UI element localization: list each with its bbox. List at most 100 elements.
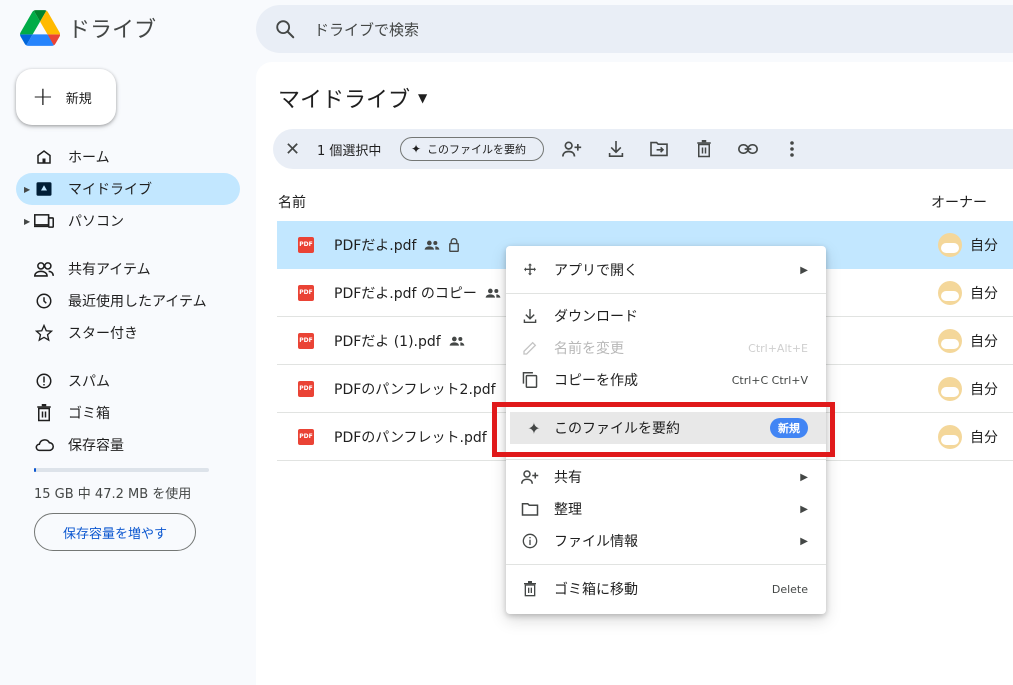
pdf-file-icon: PDF xyxy=(298,380,314,397)
submenu-arrow-icon: ▶ xyxy=(800,264,808,276)
sidebar-item-label: 最近使用したアイテム xyxy=(68,294,207,310)
share-icon[interactable] xyxy=(562,139,582,159)
info-icon xyxy=(520,531,540,551)
move-icon[interactable] xyxy=(649,139,669,159)
menu-item-open-with[interactable]: アプリで開く ▶ xyxy=(506,254,826,286)
pencil-icon xyxy=(520,338,540,358)
trash-icon xyxy=(520,579,540,599)
menu-item-download[interactable]: ダウンロード xyxy=(506,300,826,332)
sidebar-item-label: ホーム xyxy=(68,150,110,166)
shared-people-icon xyxy=(424,239,440,251)
sidebar-item-shared[interactable]: 共有アイテム xyxy=(16,253,240,285)
summarize-chip-label: このファイルを要約 xyxy=(427,143,527,156)
move-arrows-icon xyxy=(520,260,540,280)
submenu-arrow-icon: ▶ xyxy=(800,471,808,483)
menu-item-make-copy[interactable]: コピーを作成 Ctrl+C Ctrl+V xyxy=(506,364,826,396)
sidebar-item-label: 保存容量 xyxy=(68,438,124,454)
shared-people-icon xyxy=(485,287,501,299)
file-owner: 自分 xyxy=(970,333,998,350)
sidebar-item-home[interactable]: ホーム xyxy=(16,141,240,173)
sidebar-item-starred[interactable]: スター付き xyxy=(16,317,240,349)
search-icon[interactable] xyxy=(274,18,296,40)
column-header-name[interactable]: 名前 xyxy=(278,192,306,212)
share-icon xyxy=(520,467,540,487)
sidebar-item-label: スター付き xyxy=(68,326,138,342)
sidebar-item-storage[interactable]: 保存容量 xyxy=(16,429,240,461)
sidebar-item-label: 共有アイテム xyxy=(68,262,151,278)
menu-item-label: 整理 xyxy=(554,502,582,518)
app-name: ドライブ xyxy=(68,18,157,43)
sidebar-item-trash[interactable]: ゴミ箱 xyxy=(16,397,240,429)
selection-count: 1 個選択中 xyxy=(317,143,382,159)
get-more-storage-button[interactable]: 保存容量を増やす xyxy=(34,513,196,551)
menu-item-organize[interactable]: 整理 ▶ xyxy=(506,493,826,525)
sparkle-icon: ✦ xyxy=(411,142,422,156)
storage-usage-text: 15 GB 中 47.2 MB を使用 xyxy=(34,487,192,502)
menu-shortcut: Delete xyxy=(771,582,808,596)
page-title[interactable]: マイドライブ ▼ xyxy=(278,82,427,114)
shared-icon xyxy=(34,259,54,279)
owner-avatar xyxy=(938,376,962,401)
file-name: PDFだよ (1).pdf xyxy=(334,333,441,350)
search-bar[interactable]: ドライブで検索 xyxy=(256,5,1013,53)
clear-selection-icon[interactable]: ✕ xyxy=(285,139,300,160)
menu-item-label: ファイル情報 xyxy=(554,534,638,550)
lock-icon xyxy=(448,237,460,252)
pdf-file-icon: PDF xyxy=(298,236,314,253)
sidebar-item-label: スパム xyxy=(68,374,110,390)
owner-avatar xyxy=(938,280,962,305)
pdf-file-icon: PDF xyxy=(298,284,314,301)
expand-arrow-icon[interactable]: ▶ xyxy=(24,217,30,226)
download-icon xyxy=(520,306,540,326)
menu-item-rename: 名前を変更 Ctrl+Alt+E xyxy=(506,332,826,364)
file-name: PDFのパンフレット2.pdf xyxy=(334,381,496,398)
home-icon xyxy=(34,147,54,167)
menu-item-file-info[interactable]: ファイル情報 ▶ xyxy=(506,525,826,557)
trash-icon xyxy=(34,403,54,423)
sidebar-item-recent[interactable]: 最近使用したアイテム xyxy=(16,285,240,317)
sidebar-item-spam[interactable]: スパム xyxy=(16,365,240,397)
selection-toolbar: ✕ 1 個選択中 ✦ このファイルを要約 xyxy=(273,129,1013,169)
search-input[interactable]: ドライブで検索 xyxy=(314,19,419,40)
page-title-text: マイドライブ xyxy=(278,88,411,113)
shared-people-icon xyxy=(449,335,465,347)
storage-progress-bar xyxy=(34,468,209,472)
sidebar-item-computers[interactable]: ▶ パソコン xyxy=(16,205,240,237)
my-drive-icon xyxy=(34,179,54,199)
google-drive-logo-icon xyxy=(20,10,60,46)
drive-logo[interactable]: ドライブ xyxy=(20,10,156,46)
submenu-arrow-icon: ▶ xyxy=(800,535,808,547)
menu-item-label: アプリで開く xyxy=(554,263,638,279)
pdf-file-icon: PDF xyxy=(298,332,314,349)
caret-down-icon: ▼ xyxy=(418,91,428,105)
sidebar-item-label: ゴミ箱 xyxy=(68,406,110,422)
expand-arrow-icon[interactable]: ▶ xyxy=(24,185,30,194)
menu-divider xyxy=(506,564,826,565)
sidebar-item-my-drive[interactable]: ▶ マイドライブ xyxy=(16,173,240,205)
clock-icon xyxy=(34,291,54,311)
menu-shortcut: Ctrl+C Ctrl+V xyxy=(731,373,808,387)
summarize-file-chip[interactable]: ✦ このファイルを要約 xyxy=(400,137,544,161)
sidebar-item-label: パソコン xyxy=(68,214,124,230)
link-icon[interactable] xyxy=(738,139,758,159)
star-icon xyxy=(34,323,54,343)
owner-avatar xyxy=(938,328,962,353)
file-owner: 自分 xyxy=(970,237,998,254)
computer-icon xyxy=(34,211,54,231)
menu-item-label: ダウンロード xyxy=(554,309,638,325)
file-name: PDFだよ.pdf のコピー xyxy=(334,285,477,302)
menu-item-label: 名前を変更 xyxy=(554,341,624,357)
menu-item-label: コピーを作成 xyxy=(554,373,638,389)
highlight-annotation-box xyxy=(492,402,835,457)
menu-item-label: 共有 xyxy=(554,470,582,486)
cloud-icon xyxy=(34,435,54,455)
menu-item-move-to-trash[interactable]: ゴミ箱に移動 Delete xyxy=(506,573,826,605)
more-options-icon[interactable] xyxy=(782,139,802,159)
download-icon[interactable] xyxy=(606,139,626,159)
column-header-owner[interactable]: オーナー xyxy=(931,192,987,212)
menu-item-share[interactable]: 共有 ▶ xyxy=(506,461,826,493)
trash-icon[interactable] xyxy=(694,139,714,159)
owner-avatar xyxy=(938,232,962,257)
owner-avatar xyxy=(938,424,962,449)
new-button[interactable]: + 新規 xyxy=(16,69,116,125)
